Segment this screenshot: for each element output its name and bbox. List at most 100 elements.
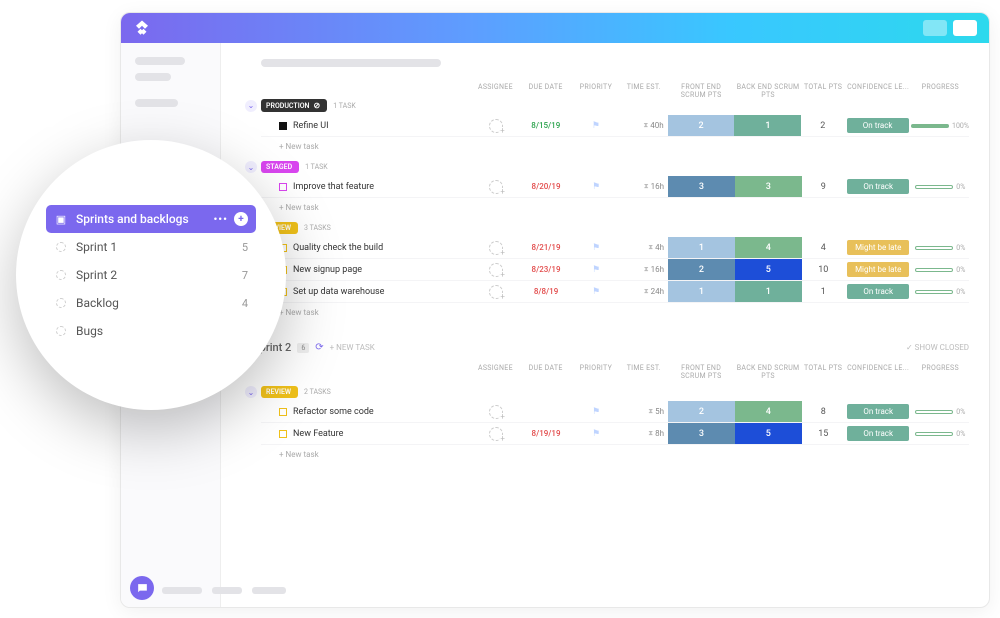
task-status-square[interactable] [279, 183, 287, 191]
flag-icon[interactable]: ⚑ [592, 407, 600, 417]
new-task-link[interactable]: + New task [261, 137, 969, 161]
due-date[interactable]: 8/20/19 [532, 182, 561, 191]
chevron-down-icon[interactable]: ⌄ [245, 100, 257, 112]
task-row[interactable]: New Feature 8/19/19 ⚑ ⧗8h 3 5 15 On trac… [261, 423, 969, 445]
list-icon [54, 324, 68, 338]
time-estimate[interactable]: 4h [655, 243, 664, 252]
front-scrum-pts[interactable]: 3 [668, 423, 735, 444]
progress-cell[interactable]: 0% [912, 281, 969, 302]
confidence-badge[interactable]: On track [847, 426, 909, 441]
flag-icon[interactable]: ⚑ [592, 243, 600, 253]
back-scrum-pts[interactable]: 5 [735, 259, 802, 280]
task-name[interactable]: New signup page [293, 265, 362, 275]
progress-cell[interactable]: 0% [912, 237, 969, 258]
task-row[interactable]: Quality check the build 8/21/19 ⚑ ⧗4h 1 … [261, 237, 969, 259]
due-date[interactable]: 8/8/19 [534, 287, 558, 296]
assignee-icon[interactable] [489, 405, 503, 419]
time-estimate[interactable]: 16h [651, 182, 664, 191]
progress-cell[interactable]: 100% [911, 115, 969, 136]
confidence-badge[interactable]: Might be late [847, 240, 909, 255]
popout-item[interactable]: Backlog 4 [46, 289, 256, 317]
front-scrum-pts[interactable]: 2 [668, 259, 735, 280]
back-scrum-pts[interactable]: 3 [735, 176, 802, 197]
confidence-badge[interactable]: On track [847, 284, 909, 299]
refresh-icon[interactable]: ⟳ [315, 342, 323, 353]
progress-cell[interactable]: 0% [912, 259, 969, 280]
due-date[interactable]: 8/19/19 [532, 429, 561, 438]
header-box[interactable] [923, 20, 947, 36]
new-task-link[interactable]: + New task [261, 303, 969, 327]
task-row[interactable]: Improve that feature 8/20/19 ⚑ ⧗16h 3 3 … [261, 176, 969, 198]
section-header[interactable]: ⌄ REVIEW 3 TASKS [245, 222, 969, 234]
new-task-link[interactable]: + New task [261, 198, 969, 222]
assignee-icon[interactable] [489, 263, 503, 277]
flag-icon[interactable]: ⚑ [592, 429, 600, 439]
section-label[interactable]: STAGED [261, 161, 299, 173]
task-row[interactable]: New signup page 8/23/19 ⚑ ⧗16h 2 5 10 Mi… [261, 259, 969, 281]
popout-header[interactable]: ▣ Sprints and backlogs ••• + [46, 205, 256, 233]
due-date[interactable]: 8/21/19 [532, 243, 561, 252]
due-date[interactable]: 8/23/19 [532, 265, 561, 274]
add-icon[interactable]: + [234, 212, 248, 226]
time-estimate[interactable]: 8h [655, 429, 664, 438]
assignee-icon[interactable] [489, 285, 503, 299]
progress-cell[interactable]: 0% [912, 401, 969, 422]
assignee-icon[interactable] [489, 180, 503, 194]
chevron-down-icon[interactable]: ⌄ [245, 161, 257, 173]
front-scrum-pts[interactable]: 1 [668, 281, 735, 302]
flag-icon[interactable]: ⚑ [592, 265, 600, 275]
task-status-square[interactable] [279, 122, 287, 130]
task-name[interactable]: Quality check the build [293, 243, 383, 253]
popout-item[interactable]: Sprint 2 7 [46, 261, 256, 289]
front-scrum-pts[interactable]: 3 [668, 176, 735, 197]
confidence-badge[interactable]: On track [847, 179, 909, 194]
progress-cell[interactable]: 0% [912, 423, 969, 444]
time-estimate[interactable]: 40h [650, 121, 663, 130]
section-header[interactable]: ⌄ STAGED 1 TASK [245, 161, 969, 173]
flag-icon[interactable]: ⚑ [592, 121, 600, 131]
front-scrum-pts[interactable]: 2 [668, 401, 735, 422]
task-name[interactable]: Set up data warehouse [293, 287, 384, 297]
back-scrum-pts[interactable]: 4 [735, 237, 802, 258]
time-estimate[interactable]: 16h [651, 265, 664, 274]
due-date[interactable]: 8/15/19 [531, 121, 560, 130]
task-row[interactable]: Refine UI 8/15/19 ⚑ ⧗40h 2 1 2 On track … [261, 115, 969, 137]
header-box[interactable] [953, 20, 977, 36]
task-status-square[interactable] [279, 408, 287, 416]
task-status-square[interactable] [279, 430, 287, 438]
task-row[interactable]: Set up data warehouse 8/8/19 ⚑ ⧗24h 1 1 … [261, 281, 969, 303]
back-scrum-pts[interactable]: 5 [735, 423, 802, 444]
confidence-badge[interactable]: On track [847, 118, 909, 133]
back-scrum-pts[interactable]: 4 [735, 401, 802, 422]
flag-icon[interactable]: ⚑ [592, 182, 600, 192]
back-scrum-pts[interactable]: 1 [735, 281, 802, 302]
popout-item-label: Sprint 2 [76, 268, 117, 282]
time-estimate[interactable]: 24h [651, 287, 664, 296]
task-row[interactable]: Refactor some code ⚑ ⧗5h 2 4 8 On track … [261, 401, 969, 423]
section-label[interactable]: REVIEW [261, 386, 298, 398]
confidence-badge[interactable]: On track [847, 404, 909, 419]
task-name[interactable]: Improve that feature [293, 182, 374, 192]
popout-item[interactable]: Bugs [46, 317, 256, 345]
section-header[interactable]: ⌄ REVIEW 2 TASKS [245, 386, 969, 398]
assignee-icon[interactable] [489, 119, 503, 133]
task-name[interactable]: Refine UI [293, 121, 329, 131]
front-scrum-pts[interactable]: 2 [668, 115, 735, 136]
task-name[interactable]: New Feature [293, 429, 343, 439]
assignee-icon[interactable] [489, 427, 503, 441]
back-scrum-pts[interactable]: 1 [734, 115, 801, 136]
more-icon[interactable]: ••• [213, 213, 228, 226]
task-name[interactable]: Refactor some code [293, 407, 374, 417]
chevron-down-icon[interactable]: ⌄ [245, 386, 257, 398]
confidence-badge[interactable]: Might be late [847, 262, 909, 277]
popout-item[interactable]: Sprint 1 5 [46, 233, 256, 261]
chat-button[interactable] [130, 576, 154, 600]
front-scrum-pts[interactable]: 1 [668, 237, 735, 258]
assignee-icon[interactable] [489, 241, 503, 255]
flag-icon[interactable]: ⚑ [592, 287, 600, 297]
new-task-link[interactable]: + New task [261, 445, 969, 469]
progress-cell[interactable]: 0% [912, 176, 969, 197]
time-estimate[interactable]: 5h [655, 407, 664, 416]
show-closed-toggle[interactable]: ✓ SHOW CLOSED [906, 343, 969, 352]
sprint2-new-task[interactable]: + NEW TASK [330, 343, 375, 352]
